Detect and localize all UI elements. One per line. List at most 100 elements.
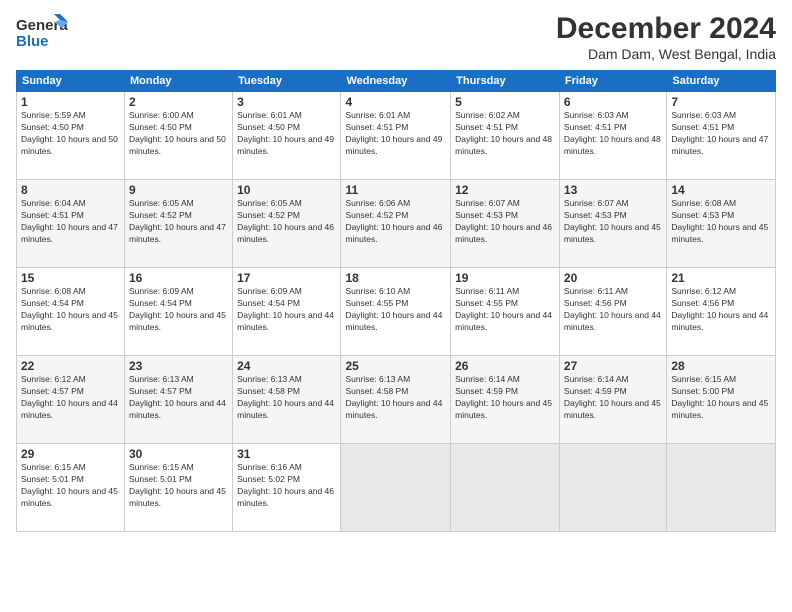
calendar-cell: 21 Sunrise: 6:12 AMSunset: 4:56 PMDaylig… xyxy=(667,268,776,356)
calendar-cell: 30 Sunrise: 6:15 AMSunset: 5:01 PMDaylig… xyxy=(124,444,232,532)
calendar-cell: 11 Sunrise: 6:06 AMSunset: 4:52 PMDaylig… xyxy=(341,180,451,268)
day-info: Sunrise: 6:07 AMSunset: 4:53 PMDaylight:… xyxy=(564,198,662,246)
calendar-cell: 17 Sunrise: 6:09 AMSunset: 4:54 PMDaylig… xyxy=(233,268,341,356)
day-number: 5 xyxy=(455,95,555,109)
calendar-cell: 18 Sunrise: 6:10 AMSunset: 4:55 PMDaylig… xyxy=(341,268,451,356)
calendar-week-row: 15 Sunrise: 6:08 AMSunset: 4:54 PMDaylig… xyxy=(17,268,776,356)
day-info: Sunrise: 6:09 AMSunset: 4:54 PMDaylight:… xyxy=(129,286,228,334)
day-info: Sunrise: 6:08 AMSunset: 4:54 PMDaylight:… xyxy=(21,286,120,334)
weekday-header: Wednesday xyxy=(341,71,451,92)
day-info: Sunrise: 6:12 AMSunset: 4:56 PMDaylight:… xyxy=(671,286,771,334)
day-number: 23 xyxy=(129,359,228,373)
weekday-header-row: SundayMondayTuesdayWednesdayThursdayFrid… xyxy=(17,71,776,92)
day-number: 28 xyxy=(671,359,771,373)
day-number: 30 xyxy=(129,447,228,461)
day-info: Sunrise: 6:09 AMSunset: 4:54 PMDaylight:… xyxy=(237,286,336,334)
weekday-header: Tuesday xyxy=(233,71,341,92)
calendar-cell: 31 Sunrise: 6:16 AMSunset: 5:02 PMDaylig… xyxy=(233,444,341,532)
day-number: 20 xyxy=(564,271,662,285)
day-info: Sunrise: 6:06 AMSunset: 4:52 PMDaylight:… xyxy=(345,198,446,246)
day-number: 9 xyxy=(129,183,228,197)
logo: General Blue xyxy=(16,12,68,50)
day-number: 13 xyxy=(564,183,662,197)
title-section: December 2024 Dam Dam, West Bengal, Indi… xyxy=(556,12,776,62)
day-number: 27 xyxy=(564,359,662,373)
day-number: 14 xyxy=(671,183,771,197)
day-number: 19 xyxy=(455,271,555,285)
day-number: 15 xyxy=(21,271,120,285)
calendar-week-row: 29 Sunrise: 6:15 AMSunset: 5:01 PMDaylig… xyxy=(17,444,776,532)
day-info: Sunrise: 6:15 AMSunset: 5:00 PMDaylight:… xyxy=(671,374,771,422)
day-number: 25 xyxy=(345,359,446,373)
day-info: Sunrise: 6:13 AMSunset: 4:58 PMDaylight:… xyxy=(237,374,336,422)
day-info: Sunrise: 6:14 AMSunset: 4:59 PMDaylight:… xyxy=(455,374,555,422)
calendar-cell: 13 Sunrise: 6:07 AMSunset: 4:53 PMDaylig… xyxy=(559,180,666,268)
day-info: Sunrise: 6:12 AMSunset: 4:57 PMDaylight:… xyxy=(21,374,120,422)
day-number: 16 xyxy=(129,271,228,285)
day-info: Sunrise: 6:03 AMSunset: 4:51 PMDaylight:… xyxy=(564,110,662,158)
calendar-cell: 4 Sunrise: 6:01 AMSunset: 4:51 PMDayligh… xyxy=(341,92,451,180)
calendar-cell: 2 Sunrise: 6:00 AMSunset: 4:50 PMDayligh… xyxy=(124,92,232,180)
calendar-cell: 3 Sunrise: 6:01 AMSunset: 4:50 PMDayligh… xyxy=(233,92,341,180)
calendar-cell: 15 Sunrise: 6:08 AMSunset: 4:54 PMDaylig… xyxy=(17,268,125,356)
weekday-header: Monday xyxy=(124,71,232,92)
day-info: Sunrise: 6:13 AMSunset: 4:58 PMDaylight:… xyxy=(345,374,446,422)
calendar: SundayMondayTuesdayWednesdayThursdayFrid… xyxy=(16,70,776,532)
day-number: 8 xyxy=(21,183,120,197)
day-info: Sunrise: 6:08 AMSunset: 4:53 PMDaylight:… xyxy=(671,198,771,246)
day-info: Sunrise: 6:02 AMSunset: 4:51 PMDaylight:… xyxy=(455,110,555,158)
day-number: 6 xyxy=(564,95,662,109)
calendar-week-row: 1 Sunrise: 5:59 AMSunset: 4:50 PMDayligh… xyxy=(17,92,776,180)
calendar-week-row: 8 Sunrise: 6:04 AMSunset: 4:51 PMDayligh… xyxy=(17,180,776,268)
day-number: 12 xyxy=(455,183,555,197)
day-number: 17 xyxy=(237,271,336,285)
calendar-cell: 25 Sunrise: 6:13 AMSunset: 4:58 PMDaylig… xyxy=(341,356,451,444)
day-number: 4 xyxy=(345,95,446,109)
calendar-cell: 7 Sunrise: 6:03 AMSunset: 4:51 PMDayligh… xyxy=(667,92,776,180)
day-info: Sunrise: 6:04 AMSunset: 4:51 PMDaylight:… xyxy=(21,198,120,246)
calendar-cell: 29 Sunrise: 6:15 AMSunset: 5:01 PMDaylig… xyxy=(17,444,125,532)
day-info: Sunrise: 6:15 AMSunset: 5:01 PMDaylight:… xyxy=(21,462,120,510)
day-number: 24 xyxy=(237,359,336,373)
calendar-cell: 16 Sunrise: 6:09 AMSunset: 4:54 PMDaylig… xyxy=(124,268,232,356)
day-info: Sunrise: 6:01 AMSunset: 4:50 PMDaylight:… xyxy=(237,110,336,158)
day-info: Sunrise: 6:16 AMSunset: 5:02 PMDaylight:… xyxy=(237,462,336,510)
calendar-cell: 28 Sunrise: 6:15 AMSunset: 5:00 PMDaylig… xyxy=(667,356,776,444)
calendar-cell: 9 Sunrise: 6:05 AMSunset: 4:52 PMDayligh… xyxy=(124,180,232,268)
calendar-cell: 26 Sunrise: 6:14 AMSunset: 4:59 PMDaylig… xyxy=(451,356,560,444)
day-number: 18 xyxy=(345,271,446,285)
day-info: Sunrise: 6:13 AMSunset: 4:57 PMDaylight:… xyxy=(129,374,228,422)
main-title: December 2024 xyxy=(556,12,776,46)
page: General Blue December 2024 Dam Dam, West… xyxy=(0,0,792,612)
calendar-cell: 19 Sunrise: 6:11 AMSunset: 4:55 PMDaylig… xyxy=(451,268,560,356)
calendar-cell: 10 Sunrise: 6:05 AMSunset: 4:52 PMDaylig… xyxy=(233,180,341,268)
svg-text:Blue: Blue xyxy=(16,33,49,50)
calendar-cell: 8 Sunrise: 6:04 AMSunset: 4:51 PMDayligh… xyxy=(17,180,125,268)
day-number: 10 xyxy=(237,183,336,197)
calendar-cell: 23 Sunrise: 6:13 AMSunset: 4:57 PMDaylig… xyxy=(124,356,232,444)
calendar-cell: 1 Sunrise: 5:59 AMSunset: 4:50 PMDayligh… xyxy=(17,92,125,180)
calendar-cell: 20 Sunrise: 6:11 AMSunset: 4:56 PMDaylig… xyxy=(559,268,666,356)
calendar-cell xyxy=(451,444,560,532)
day-number: 21 xyxy=(671,271,771,285)
weekday-header: Friday xyxy=(559,71,666,92)
weekday-header: Saturday xyxy=(667,71,776,92)
day-info: Sunrise: 6:07 AMSunset: 4:53 PMDaylight:… xyxy=(455,198,555,246)
day-info: Sunrise: 6:11 AMSunset: 4:55 PMDaylight:… xyxy=(455,286,555,334)
day-info: Sunrise: 6:11 AMSunset: 4:56 PMDaylight:… xyxy=(564,286,662,334)
day-info: Sunrise: 6:15 AMSunset: 5:01 PMDaylight:… xyxy=(129,462,228,510)
day-number: 2 xyxy=(129,95,228,109)
day-info: Sunrise: 6:14 AMSunset: 4:59 PMDaylight:… xyxy=(564,374,662,422)
calendar-cell: 24 Sunrise: 6:13 AMSunset: 4:58 PMDaylig… xyxy=(233,356,341,444)
day-number: 1 xyxy=(21,95,120,109)
calendar-cell: 14 Sunrise: 6:08 AMSunset: 4:53 PMDaylig… xyxy=(667,180,776,268)
day-info: Sunrise: 6:00 AMSunset: 4:50 PMDaylight:… xyxy=(129,110,228,158)
day-info: Sunrise: 5:59 AMSunset: 4:50 PMDaylight:… xyxy=(21,110,120,158)
weekday-header: Sunday xyxy=(17,71,125,92)
day-info: Sunrise: 6:03 AMSunset: 4:51 PMDaylight:… xyxy=(671,110,771,158)
calendar-cell: 27 Sunrise: 6:14 AMSunset: 4:59 PMDaylig… xyxy=(559,356,666,444)
calendar-cell: 12 Sunrise: 6:07 AMSunset: 4:53 PMDaylig… xyxy=(451,180,560,268)
calendar-week-row: 22 Sunrise: 6:12 AMSunset: 4:57 PMDaylig… xyxy=(17,356,776,444)
calendar-cell: 5 Sunrise: 6:02 AMSunset: 4:51 PMDayligh… xyxy=(451,92,560,180)
weekday-header: Thursday xyxy=(451,71,560,92)
